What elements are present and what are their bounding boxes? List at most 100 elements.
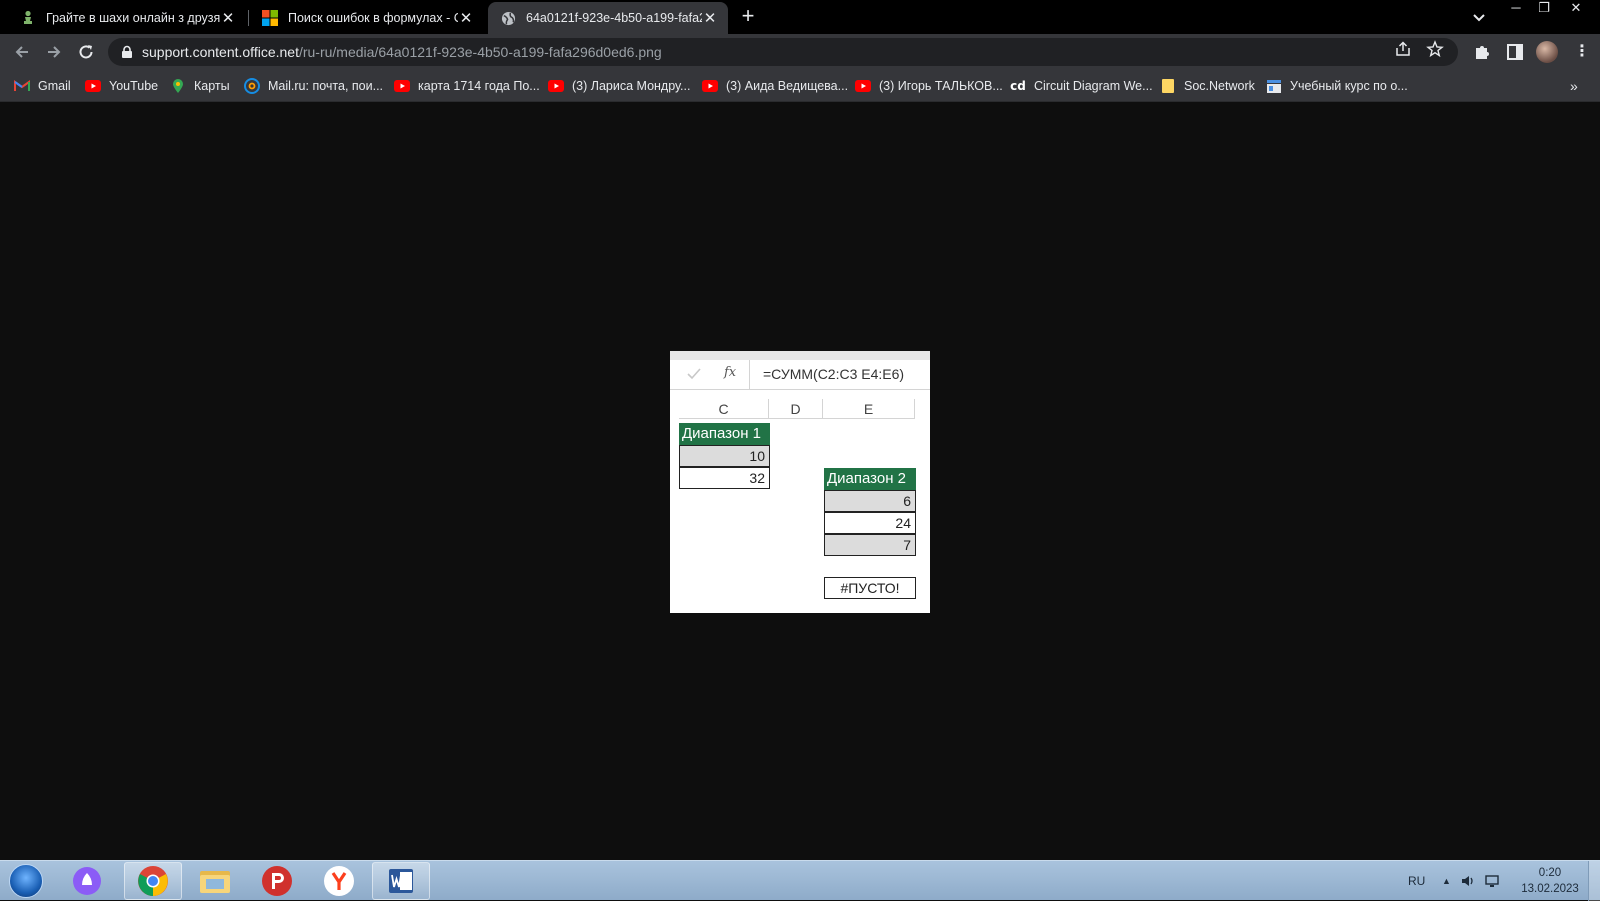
spreadsheet-image: fx =СУММ(C2:C3 E4:E6) C D E Диапазон 1 1… (670, 351, 930, 613)
word-icon[interactable] (372, 862, 430, 900)
tab-separator (248, 10, 249, 26)
tab-title: Поиск ошибок в формулах - Сл (288, 11, 458, 25)
column-header-d: D (769, 399, 823, 419)
windows-taskbar: RU ▲ 0:20 13.02.2023 (0, 860, 1600, 901)
yandex-browser-icon[interactable] (310, 862, 368, 900)
bookmark-map-1714[interactable]: карта 1714 года По... (394, 77, 540, 95)
bookmark-socnetwork[interactable]: Soc.Network (1160, 77, 1255, 95)
bookmark-label: карта 1714 года По... (418, 79, 540, 93)
bookmark-label: (3) Аида Ведищева... (726, 79, 849, 93)
extensions-puzzle-icon[interactable] (1472, 42, 1492, 62)
clock-time: 0:20 (1538, 867, 1562, 879)
tab-search-chevron-icon[interactable] (1470, 8, 1488, 26)
bookmark-aida[interactable]: (3) Аида Ведищева... (702, 77, 848, 95)
address-bar[interactable]: support.content.office.net/ru-ru/media/6… (108, 38, 1458, 66)
volume-icon[interactable] (1460, 861, 1476, 901)
start-button[interactable] (4, 862, 48, 900)
kebab-menu-icon[interactable]: ⋮ (1574, 42, 1590, 62)
minimize-button[interactable]: ─ (1502, 0, 1530, 18)
bookmark-label: Карты (194, 79, 230, 93)
clock-date: 13.02.2023 (1521, 883, 1579, 895)
range1-cell: 32 (679, 467, 770, 489)
side-panel-icon[interactable] (1505, 42, 1525, 62)
gmail-icon (14, 78, 30, 94)
explorer-icon[interactable] (186, 862, 244, 900)
back-button[interactable] (12, 42, 32, 62)
bookmark-larisa[interactable]: (3) Лариса Мондру... (548, 77, 690, 95)
formula-text: =СУММ(C2:C3 E4:E6) (763, 366, 905, 382)
course-icon (1266, 78, 1282, 94)
browser-toolbar: support.content.office.net/ru-ru/media/6… (0, 34, 1600, 70)
url-host: support.content.office.net (142, 44, 299, 60)
youtube-icon (702, 78, 718, 94)
close-window-button[interactable]: ✕ (1562, 0, 1590, 18)
share-icon[interactable] (1394, 40, 1412, 58)
windows-logo-icon (9, 864, 43, 898)
tab-title: 64a0121f-923e-4b50-a199-fafa2 (526, 11, 702, 25)
pikabu-icon[interactable] (248, 862, 306, 900)
lock-icon (122, 45, 132, 58)
bookmarks-overflow-icon[interactable]: » (1570, 78, 1578, 94)
bookmark-label: YouTube (109, 79, 159, 93)
folder-icon (1160, 78, 1176, 94)
tab-strip: Грайте в шахи онлайн з друзями ✕ Поиск о… (0, 0, 1600, 34)
forward-button[interactable] (44, 42, 64, 62)
bookmark-label: Mail.ru: почта, пои... (268, 79, 384, 93)
bookmark-gmail[interactable]: Gmail (14, 77, 71, 95)
range2-cell: 24 (824, 512, 916, 534)
close-icon[interactable]: ✕ (702, 10, 718, 27)
bookmark-star-icon[interactable] (1426, 40, 1444, 58)
formula-bar: fx =СУММ(C2:C3 E4:E6) (670, 360, 930, 390)
reload-button[interactable] (76, 42, 96, 62)
formula-buttons: fx (670, 360, 750, 389)
youtube-icon (548, 78, 564, 94)
range2-cell: 7 (824, 534, 916, 556)
system-clock[interactable]: 0:20 13.02.2023 (1512, 865, 1588, 897)
bookmark-course[interactable]: Учебный курс по о... (1266, 77, 1408, 95)
range2-header: Диапазон 2 (824, 468, 916, 490)
bookmark-label: Учебный курс по о... (1290, 79, 1408, 93)
tab-title: Грайте в шахи онлайн з друзями (46, 11, 220, 25)
bookmark-igor[interactable]: (3) Игорь ТАЛЬКОВ... (855, 77, 1003, 95)
bookmark-maps[interactable]: Карты (170, 77, 230, 95)
profile-avatar[interactable] (1536, 41, 1558, 63)
tab-image-active[interactable]: 64a0121f-923e-4b50-a199-fafa2 ✕ (488, 2, 728, 34)
bookmark-youtube[interactable]: YouTube (85, 77, 158, 95)
mailru-icon (244, 78, 260, 94)
language-indicator[interactable]: RU (1408, 861, 1425, 901)
tray-expand-icon[interactable]: ▲ (1442, 861, 1451, 901)
close-icon[interactable]: ✕ (458, 10, 474, 27)
result-cell: #ПУСТО! (824, 577, 916, 599)
bookmark-mailru[interactable]: Mail.ru: почта, пои... (244, 77, 383, 95)
url-text: support.content.office.net/ru-ru/media/6… (142, 44, 662, 60)
youtube-icon (85, 78, 101, 94)
bookmark-label: (3) Лариса Мондру... (572, 79, 691, 93)
alice-icon[interactable] (58, 862, 116, 900)
bookmark-label: Soc.Network (1184, 79, 1255, 93)
network-icon[interactable] (1484, 861, 1500, 901)
circuit-diagram-icon: cd (1010, 79, 1026, 93)
restore-button[interactable]: ❐ (1530, 0, 1558, 18)
show-desktop-button[interactable] (1588, 861, 1600, 901)
tab-formula-errors[interactable]: Поиск ошибок в формулах - Сл ✕ (250, 2, 484, 34)
range2-cell: 6 (824, 490, 916, 512)
youtube-icon (394, 78, 410, 94)
fx-icon: fx (724, 365, 737, 380)
bookmark-label: (3) Игорь ТАЛЬКОВ... (879, 79, 1003, 93)
globe-icon (500, 10, 516, 26)
range1-header: Диапазон 1 (679, 423, 770, 445)
chrome-icon[interactable] (124, 862, 182, 900)
column-header-c: C (679, 399, 769, 419)
bookmark-circuit-diagram[interactable]: cd Circuit Diagram We... (1010, 77, 1153, 95)
url-path: /ru-ru/media/64a0121f-923e-4b50-a199-faf… (298, 44, 662, 60)
new-tab-button[interactable]: + (737, 5, 759, 28)
youtube-icon (855, 78, 871, 94)
bookmark-label: Circuit Diagram We... (1034, 79, 1153, 93)
tab-chess[interactable]: Грайте в шахи онлайн з друзями ✕ (8, 2, 246, 34)
bookmarks-bar: Gmail YouTube Карты Mail.ru: почта, пои.… (0, 70, 1600, 102)
chess-pawn-icon (20, 10, 36, 26)
microsoft-logo-icon (262, 10, 278, 26)
page-content: fx =СУММ(C2:C3 E4:E6) C D E Диапазон 1 1… (0, 102, 1600, 860)
range1-cell: 10 (679, 445, 770, 467)
close-icon[interactable]: ✕ (220, 10, 236, 27)
